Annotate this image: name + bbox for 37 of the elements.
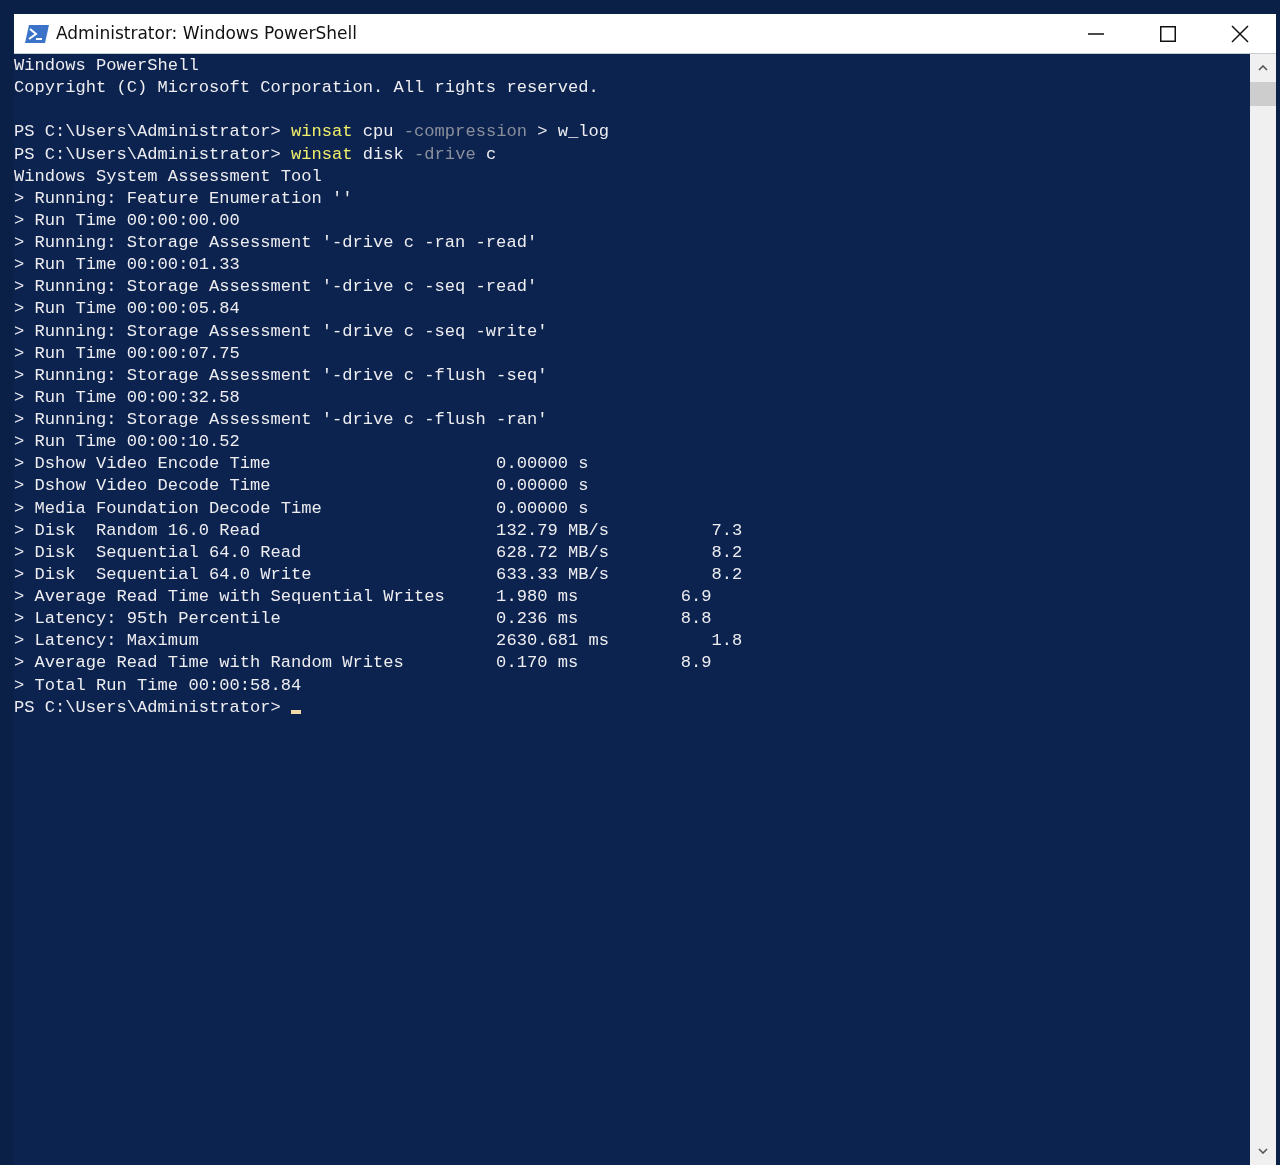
console-line: > Latency: Maximum 2630.681 ms 1.8 — [14, 631, 743, 651]
console-line: > Running: Storage Assessment '-drive c -flush -ran' — [14, 410, 548, 429]
console-line: > Running: Storage Assessment '-drive c -seq -read' — [14, 277, 538, 297]
console-line: > Disk Random 16.0 Read 132.79 MB/s 7.3 — [14, 520, 743, 540]
scroll-down-icon[interactable] — [1258, 1148, 1268, 1154]
console-line: > Average Read Time with Sequential Writes 1.980 ms 6.9 — [14, 587, 712, 606]
console-line: PS C:\Users\Administrator> — [14, 697, 282, 717]
console-line: PS C:\Users\Administrator> winsat cpu -compression > w_log — [14, 122, 609, 142]
console-line: Copyright (C) Microsoft Corporation. All rights reserved. — [14, 78, 599, 98]
console-line: > Average Read Time with Random Writes 0.170 ms 8.9 — [14, 653, 712, 673]
scrollbar-thumb[interactable] — [1250, 82, 1276, 106]
console-line: > Run Time 00:00:32.58 — [14, 387, 240, 407]
console-line: > Running: Feature Enumeration '' — [14, 188, 353, 208]
console-line: > Total Run Time 00:00:58.84 — [14, 675, 302, 695]
scroll-up-icon[interactable] — [1258, 65, 1268, 71]
console-line: Windows System Assessment Tool — [14, 166, 322, 186]
console-line: > Disk Sequential 64.0 Write 633.33 MB/s 8.2 — [14, 564, 743, 584]
console-line: > Running: Storage Assessment '-drive c -flush -seq' — [14, 365, 548, 385]
console-line: > Disk Sequential 64.0 Read 628.72 MB/s 8.2 — [14, 542, 743, 562]
console-line: > Run Time 00:00:10.52 — [14, 432, 240, 452]
console-line: > Latency: 95th Percentile 0.236 ms 8.8 — [14, 609, 712, 629]
console-line: > Dshow Video Encode Time 0.00000 s — [14, 454, 589, 474]
console-line: PS C:\Users\Administrator> winsat disk -drive c — [14, 144, 497, 164]
console-line: > Run Time 00:00:01.33 — [14, 255, 240, 275]
maximize-icon — [1160, 25, 1176, 42]
console-line: > Running: Storage Assessment '-drive c -seq -write' — [14, 321, 548, 341]
powershell-icon — [24, 23, 50, 44]
close-icon — [1231, 24, 1249, 43]
console-line: > Run Time 00:00:00.00 — [14, 210, 240, 230]
console-line: > Media Foundation Decode Time 0.00000 s — [14, 498, 589, 518]
console-line: > Run Time 00:00:07.75 — [14, 343, 240, 363]
console-line: > Run Time 00:00:05.84 — [14, 299, 240, 319]
window-title: Administrator: Windows PowerShell — [56, 21, 357, 45]
console-line: > Dshow Video Decode Time 0.00000 s — [14, 476, 589, 496]
minimize-icon — [1088, 32, 1104, 35]
console-line: Windows PowerShell — [14, 56, 199, 75]
console-line: > Running: Storage Assessment '-drive c -ran -read' — [14, 233, 538, 252]
